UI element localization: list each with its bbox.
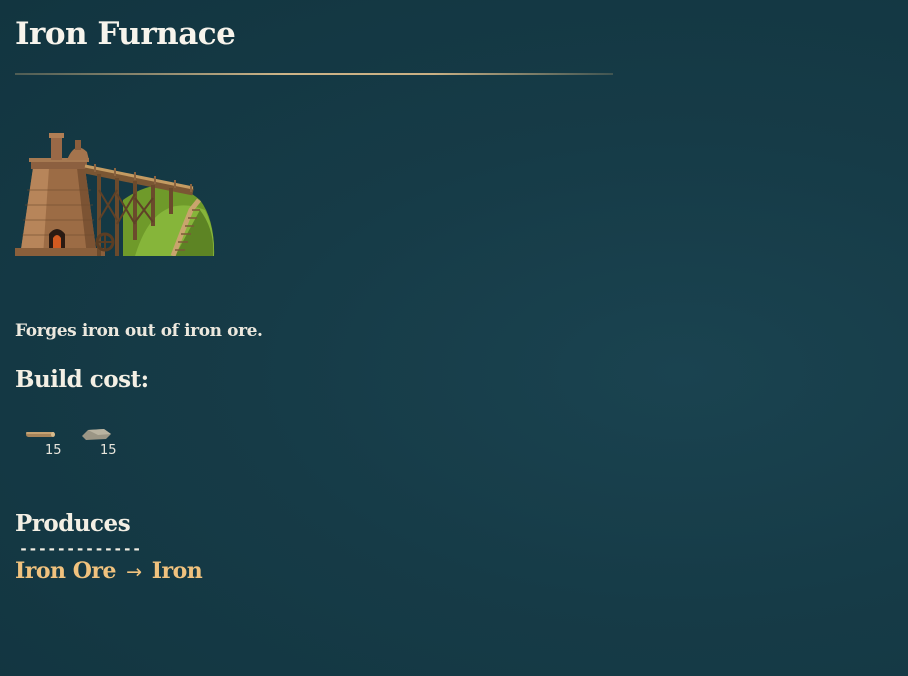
produces-separator: ------------- — [19, 540, 142, 558]
stone-icon — [82, 429, 111, 440]
build-cost-heading: Build cost: — [15, 366, 149, 393]
build-cost-item-stone: 15 — [80, 424, 128, 460]
title-divider — [15, 73, 613, 75]
stone-quantity: 15 — [100, 443, 117, 458]
recipe-arrow: → — [126, 561, 142, 583]
building-description: Forges iron out of iron ore. — [15, 321, 263, 341]
build-cost-item-wood: 15 — [25, 424, 73, 460]
wood-quantity: 15 — [45, 443, 62, 458]
recipe-input: Iron Ore — [15, 558, 116, 584]
recipe-output: Iron — [151, 558, 203, 584]
iron-furnace-building-image — [15, 133, 215, 256]
wood-log-icon — [26, 432, 55, 437]
panel-title: Iron Furnace — [15, 16, 236, 52]
produces-heading: Produces — [15, 510, 131, 537]
production-recipe: Iron Ore → Iron — [15, 558, 203, 584]
